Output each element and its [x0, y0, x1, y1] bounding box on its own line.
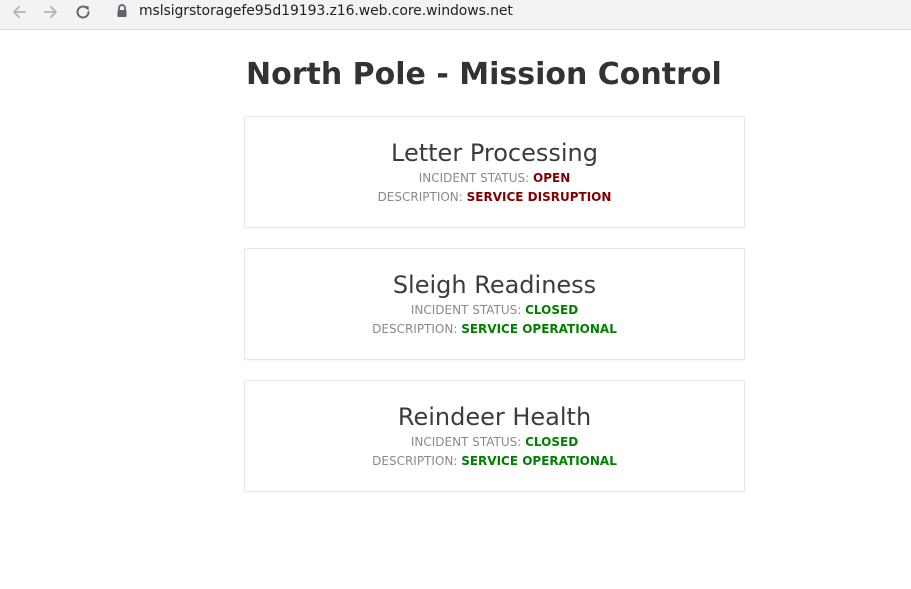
browser-toolbar: mslsigrstoragefe95d19193.z16.web.core.wi… [0, 0, 911, 30]
description-value: SERVICE OPERATIONAL [461, 454, 617, 468]
incident-status-label: INCIDENT STATUS: [410, 435, 522, 449]
service-name: Letter Processing [391, 139, 598, 167]
page-content: North Pole - Mission Control Letter Proc… [0, 30, 911, 589]
incident-status-label: INCIDENT STATUS: [410, 303, 522, 317]
page-title: North Pole - Mission Control [246, 57, 722, 92]
incident-status-row: INCIDENT STATUS: CLOSED [245, 301, 744, 320]
description-label: DESCRIPTION: [372, 454, 458, 468]
service-card-reindeer-health: Reindeer Health INCIDENT STATUS: CLOSED … [244, 380, 745, 492]
address-bar[interactable]: mslsigrstoragefe95d19193.z16.web.core.wi… [139, 2, 513, 20]
description-row: DESCRIPTION: SERVICE OPERATIONAL [245, 320, 744, 339]
reload-icon [74, 3, 92, 21]
incident-status-value: CLOSED [525, 303, 579, 317]
description-label: DESCRIPTION: [372, 322, 458, 336]
service-name: Sleigh Readiness [392, 271, 597, 299]
lock-icon[interactable] [115, 3, 129, 19]
incident-status-row: INCIDENT STATUS: CLOSED [245, 433, 744, 452]
incident-status-value: OPEN [533, 171, 571, 185]
back-arrow-icon [10, 3, 28, 21]
forward-arrow-icon [42, 3, 60, 21]
service-card-sleigh-readiness: Sleigh Readiness INCIDENT STATUS: CLOSED… [244, 248, 745, 360]
reload-button[interactable] [71, 2, 95, 22]
incident-status-row: INCIDENT STATUS: OPEN [245, 169, 744, 188]
description-label: DESCRIPTION: [377, 190, 463, 204]
service-card-letter-processing: Letter Processing INCIDENT STATUS: OPEN … [244, 116, 745, 228]
description-row: DESCRIPTION: SERVICE OPERATIONAL [245, 452, 744, 471]
description-value: SERVICE OPERATIONAL [461, 322, 617, 336]
description-value: SERVICE DISRUPTION [466, 190, 612, 204]
back-button[interactable] [7, 2, 31, 22]
description-row: DESCRIPTION: SERVICE DISRUPTION [245, 188, 744, 207]
service-name: Reindeer Health [397, 403, 592, 431]
forward-button[interactable] [39, 2, 63, 22]
incident-status-value: CLOSED [525, 435, 579, 449]
incident-status-label: INCIDENT STATUS: [418, 171, 530, 185]
